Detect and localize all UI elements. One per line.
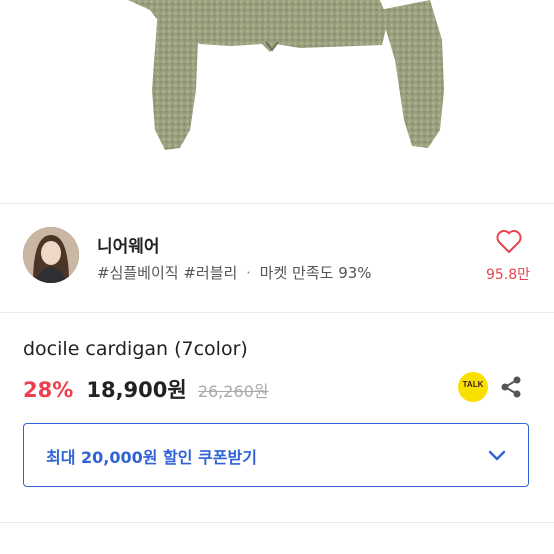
product-image[interactable] [0, 0, 554, 200]
divider [0, 522, 554, 523]
shop-tag[interactable]: #심플베이직 [97, 264, 179, 282]
like-count: 95.8만 [485, 267, 531, 283]
talk-label: TALK [462, 380, 484, 389]
product-info: docile cardigan (7color) 28% 18,900원 26,… [0, 330, 554, 530]
meta-separator: · [246, 264, 251, 282]
chevron-down-icon [488, 450, 506, 461]
product-title: docile cardigan (7color) [23, 338, 248, 360]
market-satisfaction: 마켓 만족도 93% [259, 264, 372, 282]
share-icon[interactable] [498, 374, 524, 400]
discount-rate: 28% [23, 378, 74, 402]
heart-icon [496, 230, 522, 253]
avatar-image [23, 227, 79, 283]
kakao-talk-icon[interactable]: TALK [458, 372, 488, 402]
like-button[interactable]: 95.8만 [470, 226, 546, 288]
shop-info: 니어웨어 #심플베이직 #러블리 · 마켓 만족도 93% 95.8만 [0, 204, 554, 304]
shop-tag[interactable]: #러블리 [183, 264, 237, 282]
shop-meta: #심플베이직 #러블리 · 마켓 만족도 93% [97, 262, 372, 283]
original-price: 26,260원 [197, 382, 269, 401]
coupon-button[interactable]: 최대 20,000원 할인 쿠폰받기 [23, 423, 529, 487]
price-row: 28% 18,900원 26,260원 [23, 374, 269, 404]
shop-name[interactable]: 니어웨어 [97, 232, 160, 257]
divider [0, 312, 554, 313]
shop-avatar[interactable] [23, 227, 79, 283]
sale-price: 18,900원 [86, 378, 187, 402]
cardigan-image [128, 0, 444, 150]
coupon-label: 최대 20,000원 할인 쿠폰받기 [46, 448, 257, 467]
